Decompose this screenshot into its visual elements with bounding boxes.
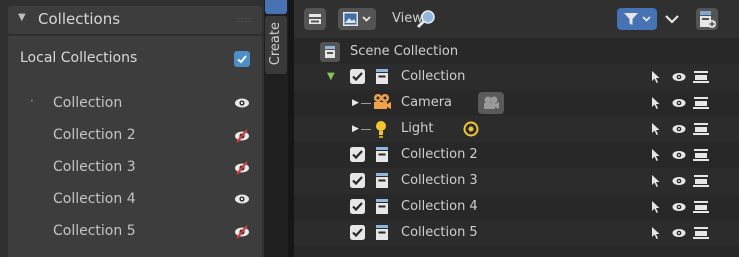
outliner-row-label: Collection 3 — [401, 173, 478, 188]
collection-icon — [375, 225, 389, 245]
outliner-row-collection-3[interactable]: Collection 3 — [294, 168, 739, 194]
tab-create[interactable]: Create — [265, 16, 287, 74]
light-bulb-icon — [374, 119, 388, 143]
row-restriction-toggles — [649, 96, 711, 114]
collapse-arrow-icon[interactable]: ▼ — [18, 12, 26, 23]
outliner-row-label: Light — [401, 121, 434, 136]
drag-grip-icon[interactable]: :::: — [237, 15, 252, 24]
eye-visible-icon[interactable] — [234, 97, 250, 113]
collection-icon — [375, 199, 389, 219]
image-mode-icon — [343, 12, 371, 26]
collections-panel-body: Local Collections · Collection Collectio… — [8, 36, 262, 257]
collection-list-item[interactable]: Collection 5 — [8, 220, 262, 244]
collection-list-item[interactable]: · Collection — [8, 92, 262, 116]
filter-icon — [624, 13, 651, 25]
collection-list-item[interactable]: Collection 3 — [8, 156, 262, 180]
new-collection-icon — [700, 11, 716, 28]
outliner-row-label: Camera — [401, 95, 453, 110]
select-arrow-icon — [652, 71, 660, 83]
active-dot-icon: · — [30, 94, 34, 108]
display-mode-dropdown[interactable] — [338, 8, 376, 30]
outliner-row-camera[interactable]: ▶ Camera — [294, 90, 739, 116]
outliner-editor: View Scene Collection ▼ Collection ▶ Cam… — [294, 0, 739, 257]
tab-create-label: Create — [268, 22, 283, 66]
tree-line — [361, 129, 371, 130]
row-restriction-toggles — [649, 200, 711, 218]
search-icon — [416, 10, 435, 29]
expand-arrow-icon[interactable]: ▼ — [327, 71, 335, 82]
scene-collection-row[interactable]: Scene Collection — [294, 39, 739, 65]
new-collection-button[interactable] — [696, 8, 718, 30]
outliner-row-collection-2[interactable]: Collection 2 — [294, 142, 739, 168]
expand-arrow-icon[interactable]: ▶ — [352, 124, 359, 134]
editor-type-button[interactable] — [304, 8, 326, 30]
local-collections-label: Local Collections — [20, 50, 138, 66]
collection-item-label: Collection 4 — [53, 191, 136, 207]
eye-visible-icon[interactable] — [234, 193, 250, 209]
collections-panel: ▼ Collections :::: Local Collections · C… — [0, 0, 264, 257]
camera-icon — [372, 93, 392, 115]
panel-title: Collections — [38, 10, 121, 28]
expand-arrow-icon[interactable]: ▶ — [352, 98, 359, 108]
row-restriction-toggles — [649, 226, 711, 244]
row-restriction-toggles — [649, 70, 711, 88]
exclude-checkbox[interactable] — [350, 69, 365, 88]
light-data-icon[interactable] — [463, 121, 479, 141]
outliner-editor-icon — [309, 14, 321, 24]
outliner-row-collection[interactable]: ▼ Collection — [294, 64, 739, 90]
outliner-row-label: Collection — [401, 69, 466, 84]
collection-item-label: Collection 5 — [53, 223, 136, 239]
search-button[interactable] — [414, 8, 438, 30]
outliner-header: View — [294, 0, 739, 38]
collection-icon — [375, 69, 389, 89]
outliner-row-label: Collection 2 — [401, 147, 478, 162]
outliner-tree: Scene Collection ▼ Collection ▶ Camera ▶… — [294, 38, 739, 257]
row-restriction-toggles — [649, 122, 711, 140]
exclude-checkbox[interactable] — [350, 199, 365, 218]
eye-hidden-icon[interactable] — [234, 161, 250, 179]
camera-data-icon[interactable] — [478, 92, 504, 118]
collection-list-item[interactable]: Collection 4 — [8, 188, 262, 212]
outliner-row-label: Collection 5 — [401, 225, 478, 240]
outliner-row-label: Collection 4 — [401, 199, 478, 214]
row-restriction-toggles — [649, 148, 711, 166]
scene-collection-icon — [320, 42, 340, 66]
eye-hidden-icon[interactable] — [234, 129, 250, 147]
collection-item-label: Collection 3 — [53, 159, 136, 175]
collection-icon — [375, 147, 389, 167]
tab-view[interactable] — [265, 0, 287, 14]
exclude-checkbox[interactable] — [350, 173, 365, 192]
local-collections-row: Local Collections — [8, 48, 262, 70]
collection-item-label: Collection — [53, 95, 123, 111]
local-collections-checkbox[interactable] — [234, 51, 250, 67]
sidebar-tab-strip: Create — [264, 0, 288, 257]
chevron-down-icon[interactable] — [664, 11, 680, 31]
scene-collection-label: Scene Collection — [350, 44, 459, 59]
collection-item-label: Collection 2 — [53, 127, 136, 143]
collections-panel-header[interactable]: ▼ Collections :::: — [8, 6, 262, 34]
row-restriction-toggles — [649, 174, 711, 192]
exclude-checkbox[interactable] — [350, 225, 365, 244]
outliner-row-light[interactable]: ▶ Light — [294, 116, 739, 142]
eye-hidden-icon[interactable] — [234, 225, 250, 243]
exclude-checkbox[interactable] — [350, 147, 365, 166]
collection-list-item[interactable]: Collection 2 — [8, 124, 262, 148]
filter-dropdown[interactable] — [617, 8, 657, 30]
outliner-row-collection-5[interactable]: Collection 5 — [294, 220, 739, 246]
tree-line — [361, 103, 371, 104]
collection-icon — [375, 173, 389, 193]
outliner-row-collection-4[interactable]: Collection 4 — [294, 194, 739, 220]
